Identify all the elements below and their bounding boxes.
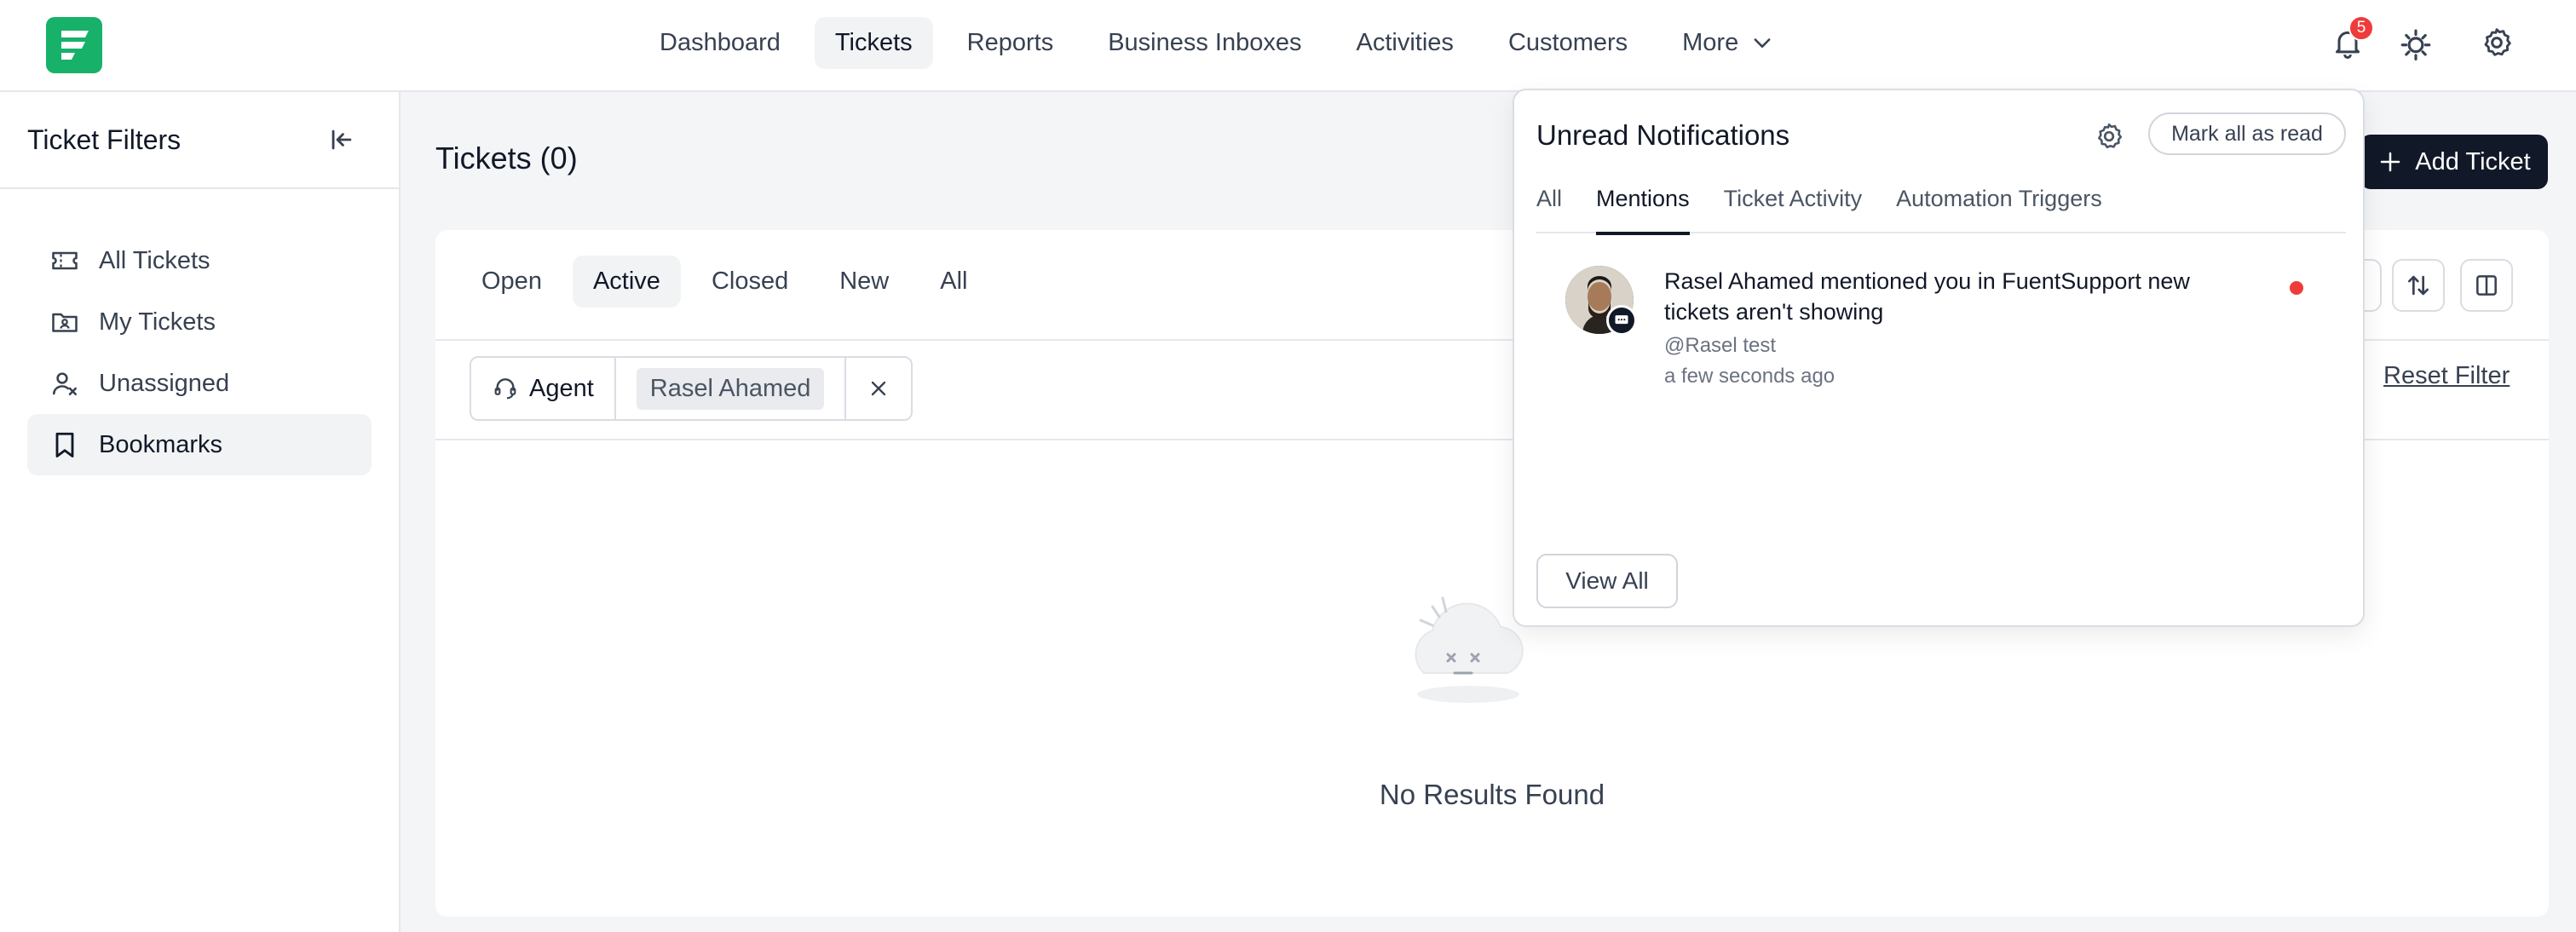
nav-business-inboxes[interactable]: Business Inboxes (1087, 17, 1322, 69)
notification-time: a few seconds ago (1664, 365, 1835, 388)
sidebar-item-label: All Tickets (99, 246, 210, 274)
sidebar-item-bookmarks[interactable]: Bookmarks (27, 414, 372, 475)
collapse-left-icon (331, 129, 352, 150)
sort-arrows-icon (2408, 275, 2429, 296)
layout-toggle-button[interactable] (2460, 259, 2513, 312)
sidebar-item-label: Bookmarks (99, 430, 223, 458)
sidebar-filter-list: All Tickets My Tickets Unassigned Bookma… (0, 189, 399, 475)
status-tab-new[interactable]: New (819, 256, 909, 308)
gear-icon (2098, 123, 2123, 149)
view-all-button[interactable]: View All (1536, 554, 1678, 608)
headset-icon (494, 378, 516, 400)
remove-filter-button[interactable] (846, 358, 911, 419)
app-logo[interactable] (46, 17, 102, 73)
mark-all-read-button[interactable]: Mark all as read (2148, 112, 2346, 155)
filter-field[interactable]: Agent (471, 358, 616, 419)
notification-subtext: @Rasel test (1664, 334, 1777, 357)
sort-button[interactable] (2392, 259, 2445, 312)
nav-more-label: More (1682, 28, 1739, 56)
theme-toggle-button[interactable] (2398, 26, 2435, 63)
notification-item[interactable]: Rasel Ahamed mentioned you in FuentSuppo… (1565, 266, 2315, 394)
page-title: Tickets (0) (435, 141, 578, 175)
sidebar-header: Ticket Filters (0, 92, 399, 189)
unread-indicator (2290, 281, 2303, 295)
nav-more[interactable]: More (1662, 17, 1795, 69)
plus-icon (2381, 152, 2400, 172)
sidebar-item-unassigned[interactable]: Unassigned (27, 353, 372, 414)
filter-value[interactable]: Rasel Ahamed (616, 358, 847, 419)
chat-bubble-icon (1615, 315, 1628, 325)
nav-activities[interactable]: Activities (1336, 17, 1474, 69)
notif-tab-ticket-activity[interactable]: Ticket Activity (1724, 179, 1863, 233)
settings-button[interactable] (2480, 26, 2517, 63)
bookmark-icon (55, 432, 74, 457)
add-ticket-label: Add Ticket (2415, 147, 2531, 175)
notif-tab-mentions[interactable]: Mentions (1596, 179, 1690, 235)
status-tab-active[interactable]: Active (572, 256, 681, 308)
chevron-down-icon (1754, 38, 1771, 48)
empty-state-text: No Results Found (1379, 779, 1605, 810)
close-icon (872, 381, 886, 396)
sun-icon (2400, 29, 2431, 60)
notif-tab-automation-triggers[interactable]: Automation Triggers (1896, 179, 2102, 233)
notification-message: Rasel Ahamed mentioned you in FuentSuppo… (1664, 268, 2190, 325)
sidebar-item-label: Unassigned (99, 369, 230, 397)
sidebar-item-my-tickets[interactable]: My Tickets (27, 291, 372, 353)
active-filter: Agent Rasel Ahamed (470, 356, 913, 421)
add-ticket-button[interactable]: Add Ticket (2360, 135, 2548, 189)
top-navigation-bar: Dashboard Tickets Reports Business Inbox… (0, 0, 2576, 92)
sidebar-title: Ticket Filters (27, 124, 182, 155)
logo-mark-icon (61, 31, 89, 60)
nav-dashboard[interactable]: Dashboard (639, 17, 801, 69)
nav-reports[interactable]: Reports (947, 17, 1075, 69)
ticket-icon (52, 251, 78, 270)
status-tab-open[interactable]: Open (461, 256, 562, 308)
columns-icon (2476, 275, 2497, 296)
ticket-filters-sidebar: Ticket Filters All Tickets My Tickets Un… (0, 92, 401, 932)
main-nav: Dashboard Tickets Reports Business Inbox… (639, 14, 1795, 72)
nav-tickets[interactable]: Tickets (814, 16, 933, 69)
notifications-panel: Unread Notifications Mark all as read Al… (1513, 89, 2365, 627)
reset-filter-link[interactable]: Reset Filter (2383, 362, 2510, 390)
gear-icon (2484, 28, 2511, 56)
status-tabs: Open Active Closed New All (461, 256, 988, 308)
user-x-icon (52, 372, 78, 396)
notifications-title: Unread Notifications (1536, 119, 1790, 151)
sidebar-item-label: My Tickets (99, 308, 216, 336)
collapse-sidebar-button[interactable] (327, 125, 356, 154)
filter-field-label: Agent (529, 374, 594, 402)
user-folder-icon (52, 313, 78, 332)
notification-tabs: All Mentions Ticket Activity Automation … (1536, 179, 2346, 235)
status-tab-all[interactable]: All (919, 256, 988, 308)
status-tab-closed[interactable]: Closed (691, 256, 809, 308)
notif-tab-all[interactable]: All (1536, 179, 1562, 233)
notification-count-badge: 5 (2348, 15, 2374, 41)
sidebar-item-all-tickets[interactable]: All Tickets (27, 230, 372, 291)
filter-value-chip: Rasel Ahamed (636, 367, 825, 410)
notification-settings-button[interactable] (2094, 121, 2124, 152)
mention-badge (1606, 305, 1637, 336)
nav-customers[interactable]: Customers (1488, 17, 1648, 69)
